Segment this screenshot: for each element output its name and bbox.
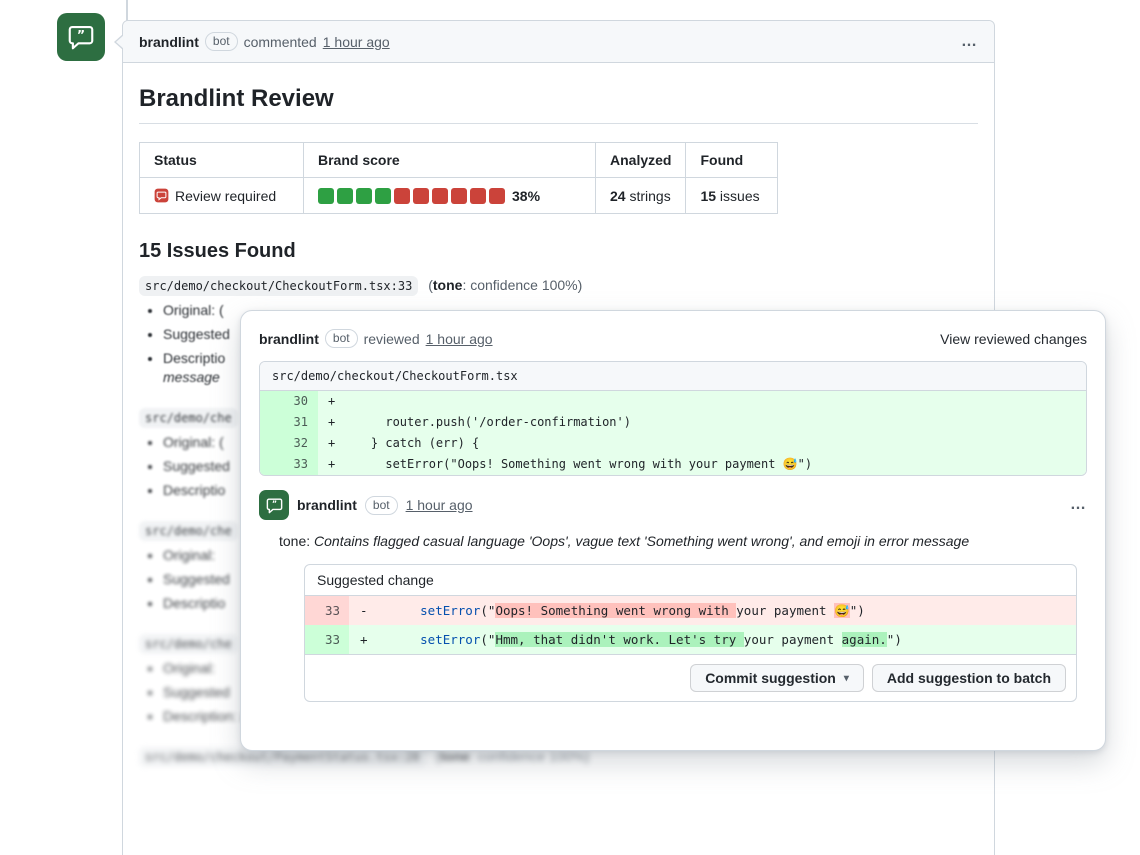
bot-badge: bot xyxy=(325,329,358,348)
score-square xyxy=(375,188,391,204)
analyzed-count: 24 xyxy=(610,188,626,204)
comment-card-header: brandlint bot commented 1 hour ago … xyxy=(123,21,994,63)
inline-comment-header: ” brandlint bot 1 hour ago … xyxy=(259,490,1087,520)
tone-text: Contains flagged casual language 'Oops',… xyxy=(314,533,969,549)
comment-timestamp-link[interactable]: 1 hour ago xyxy=(323,34,390,50)
kebab-menu-icon[interactable]: … xyxy=(961,37,978,47)
review-title: Brandlint Review xyxy=(139,85,978,124)
score-square xyxy=(356,188,372,204)
review-timestamp-link[interactable]: 1 hour ago xyxy=(426,331,493,347)
review-header: brandlint bot reviewed 1 hour ago View r… xyxy=(259,329,1087,348)
found-unit: issues xyxy=(716,188,760,204)
table-row: Review required 38% 24 strings 15 issues xyxy=(140,178,778,214)
chevron-down-icon: ▾ xyxy=(844,673,849,684)
found-cell: 15 issues xyxy=(686,178,778,214)
review-action: reviewed xyxy=(364,331,420,347)
tone-label: tone: xyxy=(279,533,314,549)
diff-code: setError("Oops! Something went wrong wit… xyxy=(375,596,865,625)
line-number: 30 xyxy=(260,391,318,412)
suggestion-addition-line: 33 + setError("Hmm, that didn't work. Le… xyxy=(305,625,1076,654)
brand-score-cell: 38% xyxy=(304,178,596,214)
add-suggestion-to-batch-button[interactable]: Add suggestion to batch xyxy=(872,664,1066,692)
score-percent: 38% xyxy=(512,188,540,204)
diff-sign: + xyxy=(318,391,342,412)
status-label: Review required xyxy=(175,188,276,204)
table-header-status: Status xyxy=(140,143,304,178)
bot-badge: bot xyxy=(365,496,398,515)
table-header-analyzed: Analyzed xyxy=(596,143,686,178)
status-cell: Review required xyxy=(154,188,289,204)
issue-path-line: src/demo/checkout/CheckoutForm.tsx:33 (t… xyxy=(139,277,978,293)
diff-line: 30 + xyxy=(260,391,1086,412)
comment-action: commented xyxy=(244,34,317,50)
bot-badge: bot xyxy=(205,32,238,51)
score-square xyxy=(318,188,334,204)
commit-suggestion-button[interactable]: Commit suggestion▾ xyxy=(690,664,864,692)
score-square xyxy=(470,188,486,204)
kebab-menu-icon[interactable]: … xyxy=(1070,500,1087,510)
score-square xyxy=(394,188,410,204)
diff-file-header[interactable]: src/demo/checkout/CheckoutForm.tsx xyxy=(260,362,1086,391)
suggested-change-box: Suggested change 33 - setError("Oops! So… xyxy=(304,564,1077,702)
inline-comment-author[interactable]: brandlint xyxy=(297,497,357,513)
svg-text:”: ” xyxy=(271,499,276,508)
diff-line: 31 + router.push('/order-confirmation') xyxy=(260,412,1086,433)
diff-code: setError("Hmm, that didn't work. Let's t… xyxy=(375,625,902,654)
diff-box: src/demo/checkout/CheckoutForm.tsx 30 + … xyxy=(259,361,1087,476)
comment-caret-inner xyxy=(116,35,124,49)
line-number: 33 xyxy=(305,596,349,625)
table-header-found: Found xyxy=(686,143,778,178)
review-summary-table: Status Brand score Analyzed Found xyxy=(139,142,778,214)
suggested-change-title: Suggested change xyxy=(305,565,1076,596)
diff-sign: - xyxy=(349,596,375,625)
table-header-score: Brand score xyxy=(304,143,596,178)
tone-note: (tone: confidence 100%) xyxy=(428,277,582,293)
line-number: 33 xyxy=(260,454,318,475)
score-square xyxy=(432,188,448,204)
review-author[interactable]: brandlint xyxy=(259,331,319,347)
score-square xyxy=(451,188,467,204)
diff-sign: + xyxy=(349,625,375,654)
timeline-line xyxy=(126,0,128,22)
score-square xyxy=(413,188,429,204)
diff-sign: + xyxy=(318,412,342,433)
file-path-chip: src/demo/che xyxy=(139,634,238,654)
line-number: 31 xyxy=(260,412,318,433)
line-number: 32 xyxy=(260,433,318,454)
inline-comment-timestamp-link[interactable]: 1 hour ago xyxy=(406,497,473,513)
diff-line: 32 + } catch (err) { xyxy=(260,433,1086,454)
file-path-chip: src/demo/checkout/CheckoutForm.tsx:33 xyxy=(139,276,418,296)
speech-bubble-icon: ” xyxy=(66,22,96,52)
score-square xyxy=(489,188,505,204)
issue-bullet-wrap: message xyxy=(163,369,220,385)
diff-sign: + xyxy=(318,433,342,454)
comment-author[interactable]: brandlint xyxy=(139,34,199,50)
analyzed-cell: 24 strings xyxy=(596,178,686,214)
speech-bubble-icon: ” xyxy=(265,496,284,515)
tone-description: tone: Contains flagged casual language '… xyxy=(279,530,1051,552)
svg-text:”: ” xyxy=(77,27,85,42)
diff-code: setError("Oops! Something went wrong wit… xyxy=(342,454,812,475)
diff-code: } catch (err) { xyxy=(342,433,479,454)
diff-code: router.push('/order-confirmation') xyxy=(342,412,631,433)
suggestion-actions: Commit suggestion▾ Add suggestion to bat… xyxy=(305,654,1076,701)
found-count: 15 xyxy=(700,188,716,204)
view-reviewed-changes-link[interactable]: View reviewed changes xyxy=(940,331,1087,347)
diff-sign: + xyxy=(318,454,342,475)
file-path-chip: src/demo/che xyxy=(139,521,238,541)
line-number: 33 xyxy=(305,625,349,654)
issues-heading: 15 Issues Found xyxy=(139,240,978,263)
page: ” brandlint bot commented 1 hour ago … B… xyxy=(0,0,1140,855)
brandlint-avatar-small[interactable]: ” xyxy=(259,490,289,520)
file-path-chip: src/demo/che xyxy=(139,408,238,428)
review-required-icon xyxy=(154,188,169,203)
suggestion-deletion-line: 33 - setError("Oops! Something went wron… xyxy=(305,596,1076,625)
review-overlay: brandlint bot reviewed 1 hour ago View r… xyxy=(240,310,1106,751)
brandlint-avatar[interactable]: ” xyxy=(57,13,105,61)
analyzed-unit: strings xyxy=(626,188,671,204)
diff-line: 33 + setError("Oops! Something went wron… xyxy=(260,454,1086,475)
score-square xyxy=(337,188,353,204)
